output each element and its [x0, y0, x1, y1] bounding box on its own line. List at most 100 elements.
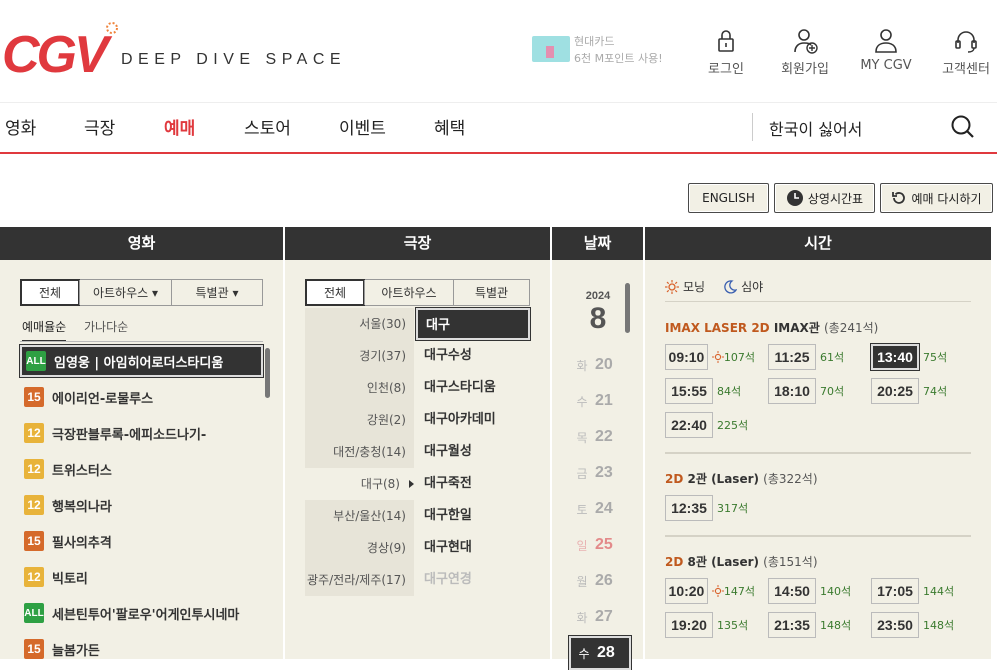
nav-store[interactable]: 스토어 — [244, 114, 291, 139]
screen-section-title: 2D 2관 (Laser) (총322석) — [665, 470, 818, 487]
movie-item[interactable]: 12 트위스터스 — [20, 453, 263, 485]
schedule-button[interactable]: 상영시간표 — [774, 183, 875, 213]
movie-item[interactable]: ALL 세븐틴투어'팔로우'어게인투시네마 — [20, 597, 263, 629]
logo-tagline: DEEP DIVE SPACE — [121, 51, 347, 68]
showtime-slot[interactable]: 09:10 107석 — [665, 344, 755, 370]
rating-badge: 12 — [24, 459, 44, 479]
date-list-scrollbar[interactable] — [625, 283, 630, 333]
movie-item[interactable]: 12 행복의나라 — [20, 489, 263, 521]
signup-link[interactable]: 회원가입 — [770, 26, 840, 77]
seats-remaining: 107석 — [711, 349, 755, 365]
date-item[interactable]: 목 22 — [569, 420, 631, 454]
movie-item[interactable]: 15 늘봄가든 — [20, 633, 263, 665]
showtime: 17:05 — [871, 578, 919, 604]
region-item[interactable]: 부산/울산(14) — [305, 500, 414, 532]
time-column-header: 시간 — [645, 227, 991, 260]
theater-item[interactable]: 대구 — [415, 307, 531, 341]
date-item[interactable]: 화 27 — [569, 600, 631, 634]
nav-movies[interactable]: 영화 — [5, 114, 36, 139]
movie-list-scrollbar[interactable] — [265, 348, 270, 398]
login-label: 로그인 — [708, 62, 744, 77]
search-box[interactable]: 한국이 싫어서 — [752, 113, 997, 141]
region-item-selected[interactable]: 대구(8) — [305, 468, 414, 500]
theater-tab-all[interactable]: 전체 — [305, 279, 365, 306]
movie-tab-all[interactable]: 전체 — [20, 279, 80, 306]
movie-item[interactable]: 15 에이리언-로물루스 — [20, 381, 263, 413]
showtime-slot[interactable]: 22:40 225석 — [665, 412, 755, 438]
cgv-logo[interactable]: CGV — [2, 20, 120, 84]
nav-booking[interactable]: 예매 — [164, 114, 195, 139]
showtime-slot[interactable]: 21:35 148석 — [768, 612, 858, 638]
search-input[interactable]: 한국이 싫어서 — [769, 116, 862, 140]
nav-benefits[interactable]: 혜택 — [434, 114, 465, 139]
seat-count: 148석 — [820, 619, 852, 632]
weekday: 월 — [576, 574, 588, 589]
nav-theaters[interactable]: 극장 — [84, 114, 115, 139]
date-item[interactable]: 금 23 — [569, 456, 631, 490]
date-item[interactable]: 토 24 — [569, 492, 631, 526]
theater-item[interactable]: 대구월성 — [416, 436, 530, 468]
showtime-slot[interactable]: 18:10 70석 — [768, 378, 858, 404]
showtime-slot[interactable]: 19:20 135석 — [665, 612, 755, 638]
theater-item[interactable]: 대구수성 — [416, 340, 530, 372]
showtime-slot[interactable]: 15:55 84석 — [665, 378, 755, 404]
region-item[interactable]: 강원(2) — [305, 404, 414, 436]
showtime: 15:55 — [665, 378, 713, 404]
screen-capacity: (총322석) — [763, 472, 818, 486]
showtime-slot[interactable]: 20:25 74석 — [871, 378, 961, 404]
showtime-slot[interactable]: 12:35 317석 — [665, 495, 755, 521]
region-item[interactable]: 인천(8) — [305, 372, 414, 404]
region-item[interactable]: 서울(30) — [305, 308, 414, 340]
movie-item[interactable]: 12 극장판블루록-에피소드나기- — [20, 417, 263, 449]
region-item[interactable]: 대전/충청(14) — [305, 436, 414, 468]
movie-tab-arthouse[interactable]: 아트하우스 ▾ — [79, 280, 171, 305]
date-item[interactable]: 월 26 — [569, 564, 631, 598]
theater-item[interactable]: 대구죽전 — [416, 468, 530, 500]
screen-hall: 2관 (Laser) — [687, 472, 759, 486]
date-item-selected[interactable]: 수 28 — [568, 635, 632, 670]
login-link[interactable]: 로그인 — [691, 26, 761, 77]
showtime: 13:40 — [870, 343, 920, 371]
movie-title: 행복의나라 — [52, 499, 112, 515]
showtime-slot[interactable]: 17:05 144석 — [871, 578, 961, 604]
region-item[interactable]: 경상(9) — [305, 532, 414, 564]
showtime-slot-selected[interactable]: 13:40 75석 — [870, 343, 961, 371]
sort-by-name[interactable]: 가나다순 — [84, 318, 128, 335]
movie-tab-special[interactable]: 특별관 ▾ — [171, 280, 262, 305]
theater-item[interactable]: 대구현대 — [416, 532, 530, 564]
calendar-year: 2024 — [585, 290, 611, 302]
showtime-slot[interactable]: 23:50 148석 — [871, 612, 961, 638]
showtime-slot[interactable]: 14:50 140석 — [768, 578, 858, 604]
weekday: 수 — [576, 394, 588, 409]
customer-center-label: 고객센터 — [942, 62, 990, 77]
day-number: 22 — [595, 428, 613, 445]
english-button[interactable]: ENGLISH — [688, 183, 769, 213]
reset-booking-button[interactable]: 예매 다시하기 — [880, 183, 993, 213]
weekday: 일 — [576, 538, 588, 553]
movie-item[interactable]: 15 필사의추격 — [20, 525, 263, 557]
date-item[interactable]: 수 21 — [569, 384, 631, 418]
theater-item[interactable]: 대구아카데미 — [416, 404, 530, 436]
region-item[interactable]: 경기(37) — [305, 340, 414, 372]
weekday: 화 — [576, 358, 588, 373]
showtime-slot[interactable]: 11:25 61석 — [768, 344, 858, 370]
region-item[interactable]: 광주/전라/제주(17) — [305, 564, 414, 596]
movie-item[interactable]: ALL 임영웅 | 아임히어로더스타디움 — [19, 344, 264, 378]
theater-item[interactable]: 대구한일 — [416, 500, 530, 532]
date-item[interactable]: 화 20 — [569, 348, 631, 382]
screen-hall: IMAX관 — [773, 321, 820, 335]
seat-count: 317석 — [717, 502, 749, 515]
theater-tab-special[interactable]: 특별관 — [453, 280, 529, 305]
search-icon[interactable] — [950, 114, 976, 140]
nav-event[interactable]: 이벤트 — [339, 114, 386, 139]
my-cgv-link[interactable]: MY CGV — [851, 26, 921, 73]
promo-banner[interactable]: 현대카드 6천 M포인트 사용! — [530, 30, 663, 70]
showtime-slot[interactable]: 10:20 147석 — [665, 578, 755, 604]
customer-center-link[interactable]: 고객센터 — [931, 26, 997, 77]
sort-by-booking-rate[interactable]: 예매율순 — [22, 318, 67, 342]
date-item[interactable]: 일 25 — [569, 528, 631, 562]
movie-item[interactable]: 12 빅토리 — [20, 561, 263, 593]
theater-item[interactable]: 대구스타디움 — [416, 372, 530, 404]
theater-tab-arthouse[interactable]: 아트하우스 — [364, 280, 453, 305]
day-number: 23 — [595, 464, 613, 481]
